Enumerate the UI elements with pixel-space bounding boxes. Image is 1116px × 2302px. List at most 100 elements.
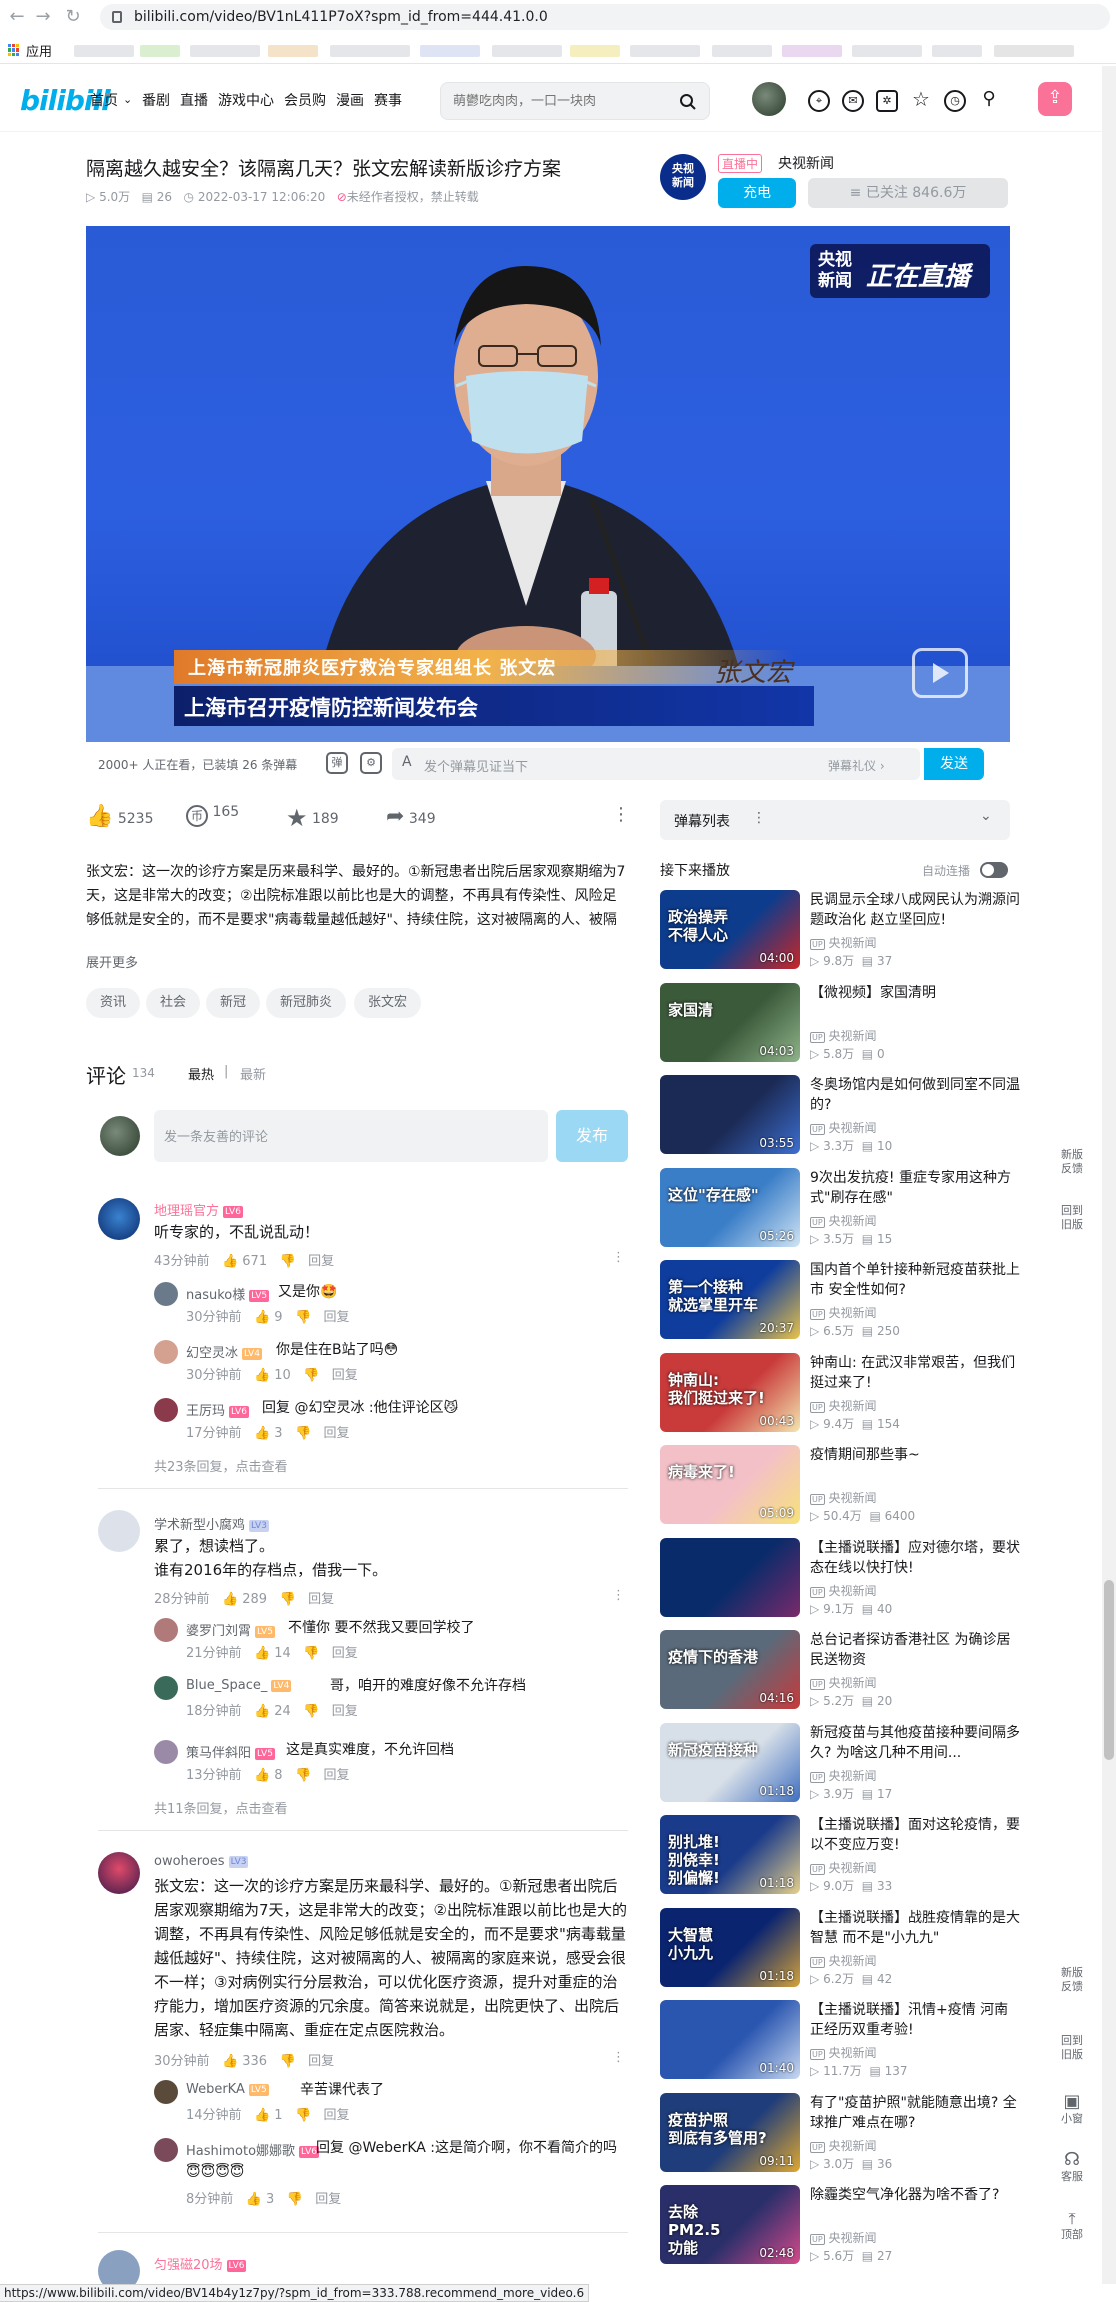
danmaku-input-box[interactable]: A 发个弹幕见证当下 弹幕礼仪 › xyxy=(392,748,920,780)
video-thumbnail[interactable]: 疫苗护照 到底有多管用? 09:11 xyxy=(660,2092,800,2172)
back-to-old-button[interactable]: 回到 旧版 xyxy=(1054,1204,1090,1232)
recommend-card[interactable]: 新冠疫苗接种 01:18 新冠疫苗与其他疫苗接种要间隔多久? 为啥这几种不用间...… xyxy=(660,1722,1020,1807)
nav-anime[interactable]: 番剧 xyxy=(142,90,170,110)
video-thumbnail[interactable]: 01:40 xyxy=(660,2000,800,2079)
back-icon[interactable]: ← xyxy=(6,6,28,28)
nav-mall[interactable]: 会员购 xyxy=(284,90,326,110)
sort-new[interactable]: 最新 xyxy=(240,1064,266,1083)
charge-button[interactable]: 充电 xyxy=(718,178,796,208)
danmaku-toggle-icon[interactable]: 弹 xyxy=(326,752,348,774)
service-button[interactable]: ☊ 客服 xyxy=(1054,2150,1090,2184)
recommend-title[interactable]: 除霾类空气净化器为啥不香了? xyxy=(810,2185,1020,2205)
uploader-avatar[interactable]: 央视 新闻 xyxy=(660,154,706,200)
reply-author[interactable]: WeberKA LV5 xyxy=(186,2082,269,2097)
video-thumbnail[interactable] xyxy=(660,1537,800,1617)
chevron-down-icon[interactable]: ⌄ xyxy=(123,93,132,106)
address-bar[interactable]: bilibili.com/video/BV1nL411P7oX?spm_id_f… xyxy=(100,4,1110,30)
recommend-title[interactable]: 国内首个单针接种新冠疫苗获批上市 安全性如何? xyxy=(810,1260,1020,1300)
recommend-uploader[interactable]: UP 央视新闻 xyxy=(810,2044,877,2061)
moments-icon[interactable]: ✲ xyxy=(876,90,898,112)
more-actions-icon[interactable]: ⋮ xyxy=(612,804,630,825)
recommend-card[interactable]: 钟南山: 我们挺过来了! 00:43 钟南山: 在武汉非常艰苦，但我们挺过来了! UP… xyxy=(660,1352,1020,1437)
vip-icon[interactable]: ⌖ xyxy=(808,90,830,112)
recommend-uploader[interactable]: UP 央视新闻 xyxy=(810,934,877,951)
recommend-card[interactable]: 别扎堆! 别侥幸! 别偏懈! 01:18 【主播说联播】面对这轮疫情，要以不变应万变… xyxy=(660,1815,1020,1899)
video-thumbnail[interactable]: 这位"存在感" 05:26 xyxy=(660,1167,800,1247)
scrollbar-thumb[interactable] xyxy=(1104,1580,1114,1760)
recommend-title[interactable]: 【微视频】家国清明 xyxy=(810,983,1020,1003)
video-thumbnail[interactable]: 03:55 xyxy=(660,1075,800,1154)
comment-avatar[interactable] xyxy=(98,1510,140,1552)
comment-more-icon[interactable]: ⋮ xyxy=(612,1588,625,1603)
recommend-uploader[interactable]: UP 央视新闻 xyxy=(810,1027,877,1044)
history-icon[interactable]: ◷ xyxy=(944,90,966,112)
uploader-name[interactable]: 央视新闻 xyxy=(778,153,834,173)
tag-news[interactable]: 资讯 xyxy=(86,988,141,1018)
favorite-button[interactable]: ★ 189 xyxy=(286,804,339,832)
recommend-card[interactable]: 疫苗护照 到底有多管用? 09:11 有了"疫苗护照"就能随意出境? 全球推广难点在… xyxy=(660,2092,1020,2177)
recommend-title[interactable]: 民调显示全球八成网民认为溯源问题政治化 赵立坚回应! xyxy=(810,890,1020,930)
danmaku-list-panel[interactable]: 弹幕列表 ⋮ ⌄ xyxy=(660,800,1010,840)
recommend-card[interactable]: 03:55 冬奥场馆内是如何做到同室不同温的? UP 央视新闻 ▷ 3.3万 ▤ 10 xyxy=(660,1075,1020,1159)
comment-input[interactable]: 发一条友善的评论 xyxy=(154,1110,548,1162)
recommend-title[interactable]: 【主播说联播】战胜疫情靠的是大智慧 而不是"小九九" xyxy=(810,1908,1020,1948)
reply-author[interactable]: nasuko様 LV5 xyxy=(186,1284,270,1303)
recommend-uploader[interactable]: UP 央视新闻 xyxy=(810,1212,877,1229)
tag-society[interactable]: 社会 xyxy=(146,988,201,1018)
apps-icon[interactable] xyxy=(8,44,20,56)
like-button[interactable]: 👍 5235 xyxy=(86,804,154,829)
feedback-button[interactable]: 新版 反馈 xyxy=(1054,1148,1090,1176)
recommend-uploader[interactable]: UP 央视新闻 xyxy=(810,1674,877,1691)
video-thumbnail[interactable]: 家国清 04:03 xyxy=(660,982,800,1062)
danmaku-input[interactable]: 发个弹幕见证当下 xyxy=(424,756,528,775)
nav-games[interactable]: 游戏中心 xyxy=(218,90,274,110)
recommend-uploader[interactable]: UP 央视新闻 xyxy=(810,1119,877,1136)
video-thumbnail[interactable]: 去除 PM2.5 功能 02:48 xyxy=(660,2185,800,2264)
recommend-card[interactable]: 去除 PM2.5 功能 02:48 除霾类空气净化器为啥不香了? UP 央视新闻 ▷ 5… xyxy=(660,2185,1020,2269)
recommend-card[interactable]: 这位"存在感" 05:26 9次出发抗疫! 重症专家用这种方式"刷存在感" UP 央视… xyxy=(660,1167,1020,1252)
recommend-uploader[interactable]: UP 央视新闻 xyxy=(810,2229,877,2246)
recommend-card[interactable]: 01:40 【主播说联播】汛情+疫情 河南正经历双重考验! UP 央视新闻 ▷ 11.… xyxy=(660,2000,1020,2084)
reply-avatar[interactable] xyxy=(154,2138,178,2162)
danmaku-list-more-icon[interactable]: ⋮ xyxy=(752,810,766,826)
upload-button[interactable]: ⇪ xyxy=(1038,82,1072,116)
sort-hot[interactable]: 最热 xyxy=(188,1064,214,1083)
tag-zhang-wenhong[interactable]: 张文宏 xyxy=(354,988,422,1018)
video-thumbnail[interactable]: 第一个接种 就选掌里开车 20:37 xyxy=(660,1260,800,1339)
recommend-card[interactable]: 政治操弄 不得人心 04:00 民调显示全球八成网民认为溯源问题政治化 赵立坚回应!… xyxy=(660,890,1020,974)
reply-author[interactable]: 幻空灵冰 LV4 xyxy=(186,1342,262,1361)
dislike-icon[interactable]: 👎 xyxy=(280,1254,296,1269)
chevron-down-icon[interactable]: ⌄ xyxy=(980,808,992,824)
video-thumbnail[interactable]: 别扎堆! 别侥幸! 别偏懈! 01:18 xyxy=(660,1815,800,1894)
reply-avatar[interactable] xyxy=(154,1676,178,1700)
mini-window-button[interactable]: ▣ 小窗 xyxy=(1054,2092,1090,2126)
recommend-title[interactable]: 冬奥场馆内是如何做到同室不同温的? xyxy=(810,1075,1020,1115)
post-comment-button[interactable]: 发布 xyxy=(556,1110,628,1162)
live-badge[interactable]: 直播中 xyxy=(718,154,763,173)
font-style-icon[interactable]: A xyxy=(402,754,412,770)
video-thumbnail[interactable]: 新冠疫苗接种 01:18 xyxy=(660,1722,800,1802)
recommend-uploader[interactable]: UP 央视新闻 xyxy=(810,1304,877,1321)
recommend-card[interactable]: 大智慧 小九九 01:18 【主播说联播】战胜疫情靠的是大智慧 而不是"小九九" UP… xyxy=(660,1907,1020,1992)
video-thumbnail[interactable]: 大智慧 小九九 01:18 xyxy=(660,1907,800,1987)
reply-avatar[interactable] xyxy=(154,1398,178,1422)
video-thumbnail[interactable]: 政治操弄 不得人心 04:00 xyxy=(660,890,800,969)
expand-description-link[interactable]: 展开更多 xyxy=(86,952,138,971)
comment-author[interactable]: 匀强磁20场 LV6 xyxy=(154,2254,247,2273)
view-more-replies[interactable]: 共23条回复，点击查看 xyxy=(154,1456,288,1475)
recommend-uploader[interactable]: UP 央视新闻 xyxy=(810,1582,877,1599)
view-more-replies[interactable]: 共11条回复，点击查看 xyxy=(154,1798,288,1817)
comment-avatar[interactable] xyxy=(98,1198,140,1240)
follow-button[interactable]: ≡ 已关注 846.6万 xyxy=(808,178,1008,208)
recommend-uploader[interactable]: UP 央视新闻 xyxy=(810,1489,877,1506)
recommend-title[interactable]: 总台记者探访香港社区 为确诊居民送物资 xyxy=(810,1630,1020,1670)
comment-avatar[interactable] xyxy=(98,1852,140,1894)
recommend-title[interactable]: 【主播说联播】面对这轮疫情，要以不变应万变! xyxy=(810,1815,1020,1855)
nav-live[interactable]: 直播 xyxy=(180,90,208,110)
reply-avatar[interactable] xyxy=(154,1618,178,1642)
reply-author[interactable]: 婆罗门刘霄 LV5 xyxy=(186,1620,275,1639)
reply-author[interactable]: Blue_Space_ LV4 xyxy=(186,1678,292,1693)
video-thumbnail[interactable]: 钟南山: 我们挺过来了! 00:43 xyxy=(660,1352,800,1432)
creative-center-icon[interactable]: ⚲ xyxy=(978,90,1000,112)
feedback-button-2[interactable]: 新版 反馈 xyxy=(1054,1966,1090,1994)
